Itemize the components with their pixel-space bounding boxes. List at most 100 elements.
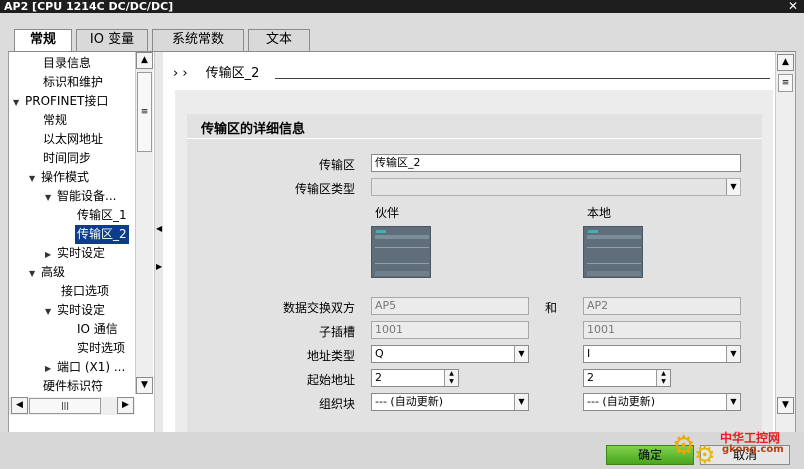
watermark-logo: ⚙ ⚙ 中华工控网 gkong.com (672, 427, 800, 469)
section-title: 传输区的详细信息 (201, 122, 306, 137)
nav-item-advanced[interactable]: ▼ 高级 (29, 263, 65, 282)
nav-item-port-x1[interactable]: ▶ 端口 (X1) ... (45, 358, 125, 377)
local-start-address-stepper[interactable]: 2 ▲ ▼ (583, 369, 671, 387)
nav-item-label: 实时设定 (57, 246, 106, 260)
scroll-left-icon[interactable]: ◀ (11, 397, 28, 414)
spinner-icon[interactable]: ▲ ▼ (656, 370, 670, 386)
nav-item-general[interactable]: 常规 (43, 111, 67, 130)
section-divider (187, 138, 762, 139)
navigation-tree: 目录信息 标识和维护 ▼ PROFINET接口 常规 以太网地址 时间同步 ▼ 操作… (9, 52, 155, 432)
exchange-label: 数据交换双方 (282, 301, 355, 315)
panel-splitter[interactable]: ◀ ▶ (155, 52, 163, 432)
expand-icon[interactable]: ▼ (29, 169, 41, 188)
nav-item-io-communication[interactable]: IO 通信 (77, 320, 118, 339)
local-cpu-icon (583, 226, 643, 278)
tab-texts[interactable]: 文本 (248, 29, 310, 51)
nav-item-label: 传输区_2 (77, 227, 127, 241)
details-panel: › › 传输区_2 传输区的详细信息 传输区 传输区_2 传输区类型 ▼ 伙伴 (163, 52, 775, 432)
chevron-down-icon[interactable]: ▼ (726, 346, 740, 362)
expand-icon[interactable]: ▶ (45, 245, 57, 264)
partner-ob-value: --- (自动更新) (375, 395, 443, 408)
expand-icon[interactable]: ▼ (45, 188, 57, 207)
nav-item-label: 硬件标识符 (43, 379, 104, 393)
partner-ob-select[interactable]: --- (自动更新) ▼ (371, 393, 529, 411)
scroll-down-icon[interactable]: ▼ (777, 397, 794, 414)
and-label: 和 (545, 301, 558, 315)
nav-item-transfer-area-2[interactable]: 传输区_2 (75, 225, 129, 244)
transfer-area-input[interactable]: 传输区_2 (371, 154, 741, 172)
tab-io-tags[interactable]: IO 变量 (76, 29, 148, 51)
breadcrumb-arrows-icon[interactable]: › › (173, 66, 188, 81)
nav-item-ethernet-address[interactable]: 以太网地址 (43, 130, 103, 149)
nav-item-label: 常规 (43, 113, 68, 127)
partner-header: 伙伴 (375, 206, 400, 220)
partner-address-type-select[interactable]: Q ▼ (371, 345, 529, 363)
transfer-area-type-select[interactable]: ▼ (371, 178, 741, 196)
partner-start-address-stepper[interactable]: 2 ▲ ▼ (371, 369, 459, 387)
scroll-down-icon[interactable]: ▼ (136, 377, 153, 394)
horizontal-scroll-thumb[interactable]: ||| (29, 398, 101, 414)
transfer-area-type-label: 传输区类型 (294, 182, 355, 196)
scroll-thumb[interactable]: ≡ (778, 74, 793, 92)
scroll-up-icon[interactable]: ▲ (136, 52, 153, 69)
nav-item-label: 目录信息 (43, 56, 92, 70)
nav-item-interface-options[interactable]: 接口选项 (61, 282, 109, 301)
collapse-left-icon[interactable]: ◀ (156, 224, 162, 233)
local-header: 本地 (587, 206, 612, 220)
spinner-icon[interactable]: ▲ ▼ (444, 370, 458, 386)
nav-item-realtime-settings-2[interactable]: ▼ 实时设定 (45, 301, 105, 320)
chevron-down-icon[interactable]: ▼ (726, 179, 740, 195)
nav-item-profinet-interface[interactable]: ▼ PROFINET接口 (13, 92, 108, 111)
nav-horizontal-scrollbar[interactable]: ◀ ||| ▶ (9, 397, 135, 415)
chevron-down-icon[interactable]: ▼ (514, 394, 528, 410)
local-ob-select[interactable]: --- (自动更新) ▼ (583, 393, 741, 411)
breadcrumb: › › 传输区_2 (173, 62, 259, 81)
scroll-up-icon[interactable]: ▲ (777, 54, 794, 71)
nav-item-transfer-area-1[interactable]: 传输区_1 (77, 206, 127, 225)
details-vertical-scrollbar[interactable]: ▲ ≡ ▼ (775, 52, 795, 432)
nav-item-realtime-options[interactable]: 实时选项 (77, 339, 125, 358)
partner-device-field: AP5 (371, 297, 529, 315)
tab-general[interactable]: 常规 (14, 29, 72, 52)
scroll-right-icon[interactable]: ▶ (117, 397, 134, 414)
breadcrumb-current: 传输区_2 (205, 66, 260, 81)
nav-item-realtime-settings[interactable]: ▶ 实时设定 (45, 244, 105, 263)
expand-icon[interactable]: ▼ (13, 93, 25, 112)
nav-item-label: 实时设定 (57, 303, 106, 317)
start-address-label: 起始地址 (306, 373, 355, 387)
transfer-area-details: 传输区的详细信息 传输区 传输区_2 传输区类型 ▼ 伙伴 本地 数据交换双方 … (187, 114, 762, 432)
local-start-address-value: 2 (587, 371, 594, 384)
tab-system-constants[interactable]: 系统常数 (152, 29, 244, 51)
nav-item-i-device[interactable]: ▼ 智能设备... (45, 187, 116, 206)
scroll-thumb[interactable]: ≡ (137, 72, 152, 152)
nav-item-label: 端口 (X1) ... (57, 360, 126, 374)
expand-right-icon[interactable]: ▶ (156, 262, 162, 271)
nav-item-label: 标识和维护 (43, 75, 104, 89)
chevron-down-icon[interactable]: ▼ (726, 394, 740, 410)
nav-item-hardware-id[interactable]: 硬件标识符 (43, 377, 103, 396)
partner-start-address-value: 2 (375, 371, 382, 384)
expand-icon[interactable]: ▼ (29, 264, 41, 283)
gear-icon: ⚙ (694, 441, 716, 469)
local-address-type-select[interactable]: I ▼ (583, 345, 741, 363)
nav-item-time-sync[interactable]: 时间同步 (43, 149, 91, 168)
local-device-field: AP2 (583, 297, 741, 315)
nav-item-label: 操作模式 (41, 170, 90, 184)
partner-slot-field: 1001 (371, 321, 529, 339)
local-slot-field: 1001 (583, 321, 741, 339)
nav-item-identification[interactable]: 标识和维护 (43, 73, 103, 92)
partner-cpu-icon (371, 226, 431, 278)
nav-item-catalog-info[interactable]: 目录信息 (43, 54, 91, 73)
close-icon[interactable]: ✕ (788, 0, 798, 13)
nav-item-operating-mode[interactable]: ▼ 操作模式 (29, 168, 89, 187)
ob-label: 组织块 (318, 397, 355, 411)
nav-item-label: 以太网地址 (43, 132, 104, 146)
nav-vertical-scrollbar[interactable]: ▲ ≡ ▼ (135, 52, 153, 394)
expand-icon[interactable]: ▼ (45, 302, 57, 321)
gear-icon: ⚙ (672, 431, 696, 461)
properties-window: 常规 IO 变量 系统常数 文本 目录信息 标识和维护 ▼ PROFINET接口 … (0, 13, 804, 469)
expand-icon[interactable]: ▶ (45, 359, 57, 378)
nav-item-label: 时间同步 (43, 151, 92, 165)
chevron-down-icon[interactable]: ▼ (514, 346, 528, 362)
nav-item-label: 接口选项 (61, 284, 110, 298)
